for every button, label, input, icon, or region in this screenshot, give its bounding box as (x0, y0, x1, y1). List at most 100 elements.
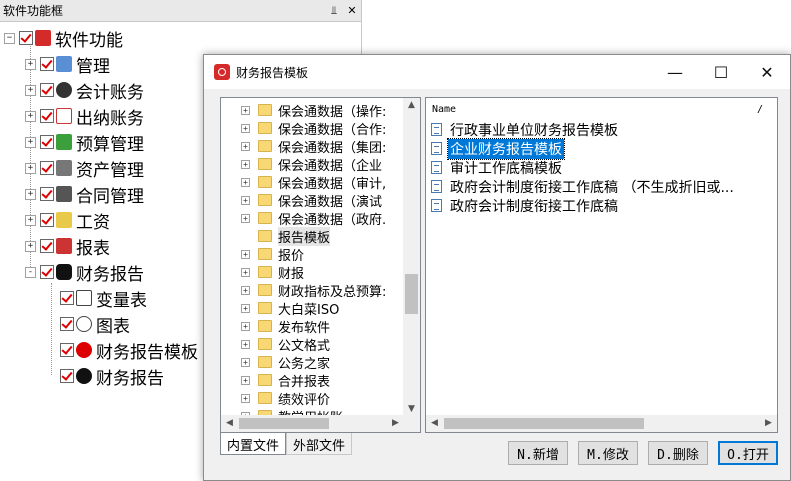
folder-icon (258, 248, 272, 260)
expand-icon[interactable]: + (241, 195, 250, 205)
list-item[interactable]: 政府会计制度衔接工作底稿 （不生成折旧或... (426, 177, 777, 196)
scroll-up-icon[interactable]: ▲ (403, 100, 420, 110)
scroll-left-icon[interactable]: ◀ (426, 418, 443, 428)
folder-vertical-scrollbar[interactable]: ▲ ▼ (403, 98, 420, 416)
delete-button[interactable]: D.删除 (648, 441, 708, 465)
list-item[interactable]: 行政事业单位财务报告模板 (426, 120, 777, 139)
tree-item-label: 出纳账务 (76, 108, 144, 129)
new-button[interactable]: N.新增 (508, 441, 568, 465)
expand-icon[interactable]: + (241, 357, 250, 367)
folder-item[interactable]: + 保会通数据（演试 (221, 191, 404, 210)
list-item[interactable]: 政府会计制度衔接工作底稿 (426, 196, 777, 215)
checked-icon[interactable] (60, 369, 74, 383)
checked-icon[interactable] (19, 31, 33, 45)
folder-item[interactable]: + 保会通数据（企业 (221, 155, 404, 174)
scroll-down-icon[interactable]: ▼ (403, 404, 420, 414)
expand-icon[interactable]: + (241, 105, 250, 115)
expand-icon[interactable]: + (241, 285, 250, 295)
checked-icon[interactable] (40, 109, 54, 123)
close-icon[interactable]: ✕ (343, 4, 361, 17)
list-item-selected[interactable]: 企业财务报告模板 (426, 137, 777, 160)
tab-external-files[interactable]: 外部文件 (286, 433, 353, 455)
maximize-button[interactable]: ☐ (698, 55, 744, 89)
scroll-left-icon[interactable]: ◀ (221, 418, 238, 428)
column-name-header[interactable]: Name (432, 104, 757, 115)
expand-icon[interactable]: + (25, 188, 36, 200)
modify-button[interactable]: M.修改 (578, 441, 638, 465)
dialog-titlebar[interactable]: 财务报告模板 — ☐ ✕ (204, 55, 790, 89)
expand-icon[interactable]: + (25, 84, 36, 96)
close-button[interactable]: ✕ (744, 55, 790, 89)
folder-horizontal-scrollbar[interactable]: ◀ ▶ (221, 415, 404, 432)
folder-item[interactable]: + 保会通数据（审计, (221, 173, 404, 192)
checked-icon[interactable] (60, 317, 74, 331)
expand-icon[interactable]: + (241, 339, 250, 349)
open-button[interactable]: O.打开 (718, 441, 778, 465)
scroll-thumb[interactable] (444, 418, 644, 429)
folder-item[interactable]: + 报价 (221, 245, 404, 264)
expand-icon[interactable]: + (25, 136, 36, 148)
list-item[interactable]: 审计工作底稿模板 (426, 158, 777, 177)
tree-root[interactable]: − 软件功能 (0, 25, 362, 51)
expand-icon[interactable]: + (241, 393, 250, 403)
tree-item-label: 财务报告模板 (96, 342, 198, 363)
folder-item-selected[interactable]: 报告模板 (221, 226, 404, 246)
checked-icon[interactable] (40, 213, 54, 227)
folder-item[interactable]: + 保会通数据（操作: (221, 101, 404, 120)
expand-icon[interactable]: + (241, 267, 250, 277)
checked-icon[interactable] (40, 239, 54, 253)
folder-item[interactable]: + 财政指标及总预算: (221, 281, 404, 300)
expand-icon[interactable]: + (241, 177, 250, 187)
checked-icon[interactable] (60, 343, 74, 357)
tree-item-label: 管理 (76, 56, 110, 77)
expand-icon[interactable]: + (241, 249, 250, 259)
folder-item[interactable]: + 保会通数据（合作: (221, 119, 404, 138)
document-icon (431, 123, 442, 136)
collapse-icon[interactable]: - (25, 266, 36, 278)
tab-builtin-files[interactable]: 内置文件 (220, 433, 287, 455)
folder-item[interactable]: + 绩效评价 (221, 389, 404, 408)
list-header[interactable]: Name / (426, 98, 777, 120)
template-file-list[interactable]: Name / 行政事业单位财务报告模板 企业财务报告模板 审计工作底稿模板 政府… (425, 97, 778, 433)
checked-icon[interactable] (40, 161, 54, 175)
checked-icon[interactable] (40, 187, 54, 201)
expand-icon[interactable]: + (241, 213, 250, 223)
file-list-horizontal-scrollbar[interactable]: ◀ ▶ (426, 415, 777, 432)
minimize-button[interactable]: — (652, 55, 698, 89)
expand-icon[interactable]: + (241, 141, 250, 151)
folder-tree[interactable]: + 保会通数据（操作: + 保会通数据（合作: + 保会通数据（集团: + 保会通数据（… (220, 97, 421, 433)
scroll-right-icon[interactable]: ▶ (387, 418, 404, 428)
folder-item[interactable]: + 保会通数据（政府. (221, 209, 404, 228)
folder-label: 保会通数据（审计, (278, 176, 387, 192)
folder-item[interactable]: + 公文格式 (221, 335, 404, 354)
expand-icon[interactable]: + (25, 214, 36, 226)
folder-item[interactable]: + 公务之家 (221, 353, 404, 372)
expand-icon[interactable]: + (25, 58, 36, 70)
expand-icon[interactable]: + (241, 321, 250, 331)
expand-icon[interactable]: + (241, 375, 250, 385)
checked-icon[interactable] (40, 135, 54, 149)
expand-icon[interactable]: + (25, 110, 36, 122)
scroll-right-icon[interactable]: ▶ (760, 418, 777, 428)
folder-icon (258, 158, 272, 170)
folder-item[interactable]: + 大白菜ISO (221, 299, 404, 318)
folder-item[interactable]: + 发布软件 (221, 317, 404, 336)
expand-icon[interactable]: + (241, 159, 250, 169)
collapse-icon[interactable]: − (4, 32, 15, 44)
checked-icon[interactable] (40, 265, 54, 279)
scroll-thumb[interactable] (239, 418, 329, 429)
contract-icon (56, 186, 72, 202)
checked-icon[interactable] (40, 57, 54, 71)
folder-item[interactable]: + 保会通数据（集团: (221, 137, 404, 156)
folder-item[interactable]: + 合并报表 (221, 371, 404, 390)
scroll-thumb[interactable] (405, 274, 418, 314)
expand-icon[interactable]: + (25, 162, 36, 174)
folder-icon (258, 176, 272, 188)
checked-icon[interactable] (60, 291, 74, 305)
expand-icon[interactable]: + (241, 123, 250, 133)
expand-icon[interactable]: + (25, 240, 36, 252)
pin-icon[interactable]: ⫫ (325, 4, 343, 18)
checked-icon[interactable] (40, 83, 54, 97)
folder-item[interactable]: + 财报 (221, 263, 404, 282)
expand-icon[interactable]: + (241, 303, 250, 313)
